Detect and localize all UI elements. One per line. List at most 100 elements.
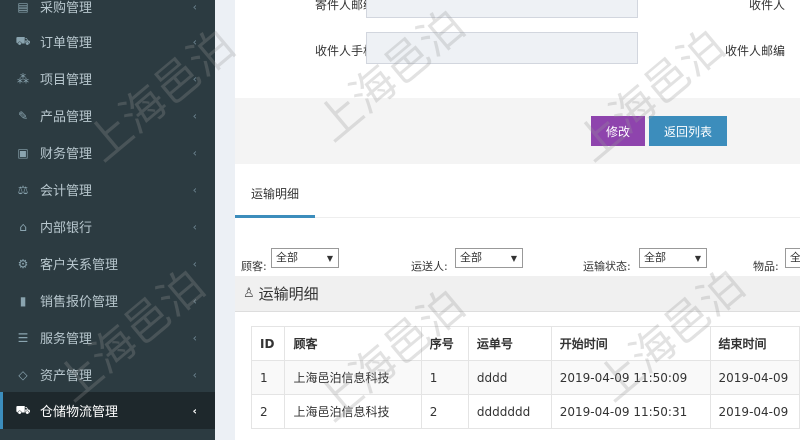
table-cell: 1 (420, 360, 469, 395)
column-header[interactable]: 开始时间 (550, 326, 711, 361)
receiver-label: 收件人 (748, 0, 785, 12)
edit-button[interactable]: 修改 (591, 116, 645, 146)
item-filter-value: 全 (790, 251, 800, 264)
shipping-details-table: ID 顾客 序号 运单号 开始时间 结束时间 1 上海邑泊信息科技 1 dddd… (250, 326, 800, 429)
column-header[interactable]: 序号 (420, 326, 469, 361)
bank-icon: ⌂ (19, 219, 27, 234)
receiver-phone-label: 收件人手机 (314, 44, 375, 58)
sidebar-item-label: 销售报价管理 (40, 295, 119, 310)
truck-icon: ⛟ (15, 402, 31, 417)
sidebar-item-label: 客户关系管理 (40, 258, 119, 273)
sidebar-item-label: 采购管理 (40, 1, 93, 16)
table-cell: 2 (420, 394, 469, 429)
user-icon: ♙ (243, 286, 255, 301)
table-cell: ddddddd (467, 394, 552, 429)
chevron-left-icon: ‹ (192, 109, 197, 122)
table-cell: 2019-04-09 (709, 360, 800, 395)
item-filter-label: 物品: (753, 260, 779, 273)
table-cell: 2 (250, 394, 286, 429)
tab-shipping-details[interactable]: 运输明细 (235, 172, 315, 218)
caret-down-icon: ▼ (694, 254, 701, 263)
sidebar-item-label: 财务管理 (40, 147, 93, 162)
chevron-left-icon: ‹ (192, 404, 197, 417)
table-cell: 2019-04-09 (709, 394, 800, 429)
sidebar-item-finance[interactable]: ▣ 财务管理 ‹ (0, 134, 215, 171)
sender-zip-label: 寄件人邮编 (314, 0, 375, 12)
cubes-icon: ⁂ (17, 71, 29, 86)
sidebar-item-procurement[interactable]: ▤ 采购管理 ‹ (0, 0, 215, 25)
sidebar-item-label: 服务管理 (40, 332, 93, 347)
carrier-filter-value: 全部 (460, 251, 482, 264)
chevron-left-icon: ‹ (192, 72, 197, 85)
scale-icon: ⚖ (17, 182, 29, 197)
sidebar-item-projects[interactable]: ⁂ 项目管理 ‹ (0, 60, 215, 97)
receiver-zip-label: 收件人邮编 (724, 44, 785, 58)
sidebar-item-label: 会计管理 (40, 184, 93, 199)
table-header-row: ID 顾客 序号 运单号 开始时间 结束时间 (250, 326, 800, 361)
sidebar-item-label: 仓储物流管理 (40, 405, 119, 420)
sidebar-item-sales-quotes[interactable]: ▮ 销售报价管理 ‹ (0, 282, 215, 319)
column-header[interactable]: 结束时间 (709, 326, 800, 361)
sender-zip-field[interactable] (366, 0, 638, 18)
column-header[interactable]: ID (250, 326, 286, 361)
table-cell: 上海邑泊信息科技 (284, 394, 422, 429)
table-row[interactable]: 2 上海邑泊信息科技 2 ddddddd 2019-04-09 11:50:31… (250, 394, 800, 429)
sidebar-item-label: 订单管理 (40, 36, 93, 51)
column-header[interactable]: 顾客 (284, 326, 422, 361)
customer-filter-select[interactable]: 全部 ▼ (271, 248, 339, 268)
sidebar-item-warehouse-logistics[interactable]: ⛟ 仓储物流管理 ‹ (0, 392, 215, 429)
status-filter-value: 全部 (644, 251, 666, 264)
table-cell: dddd (467, 360, 552, 395)
sidebar-item-label: 产品管理 (40, 110, 93, 125)
section-title: 运输明细 (258, 285, 319, 303)
cart-icon: ⛟ (15, 33, 31, 48)
sidebar-item-internal-bank[interactable]: ⌂ 内部银行 ‹ (0, 208, 215, 245)
sidebar-item-label: 资产管理 (40, 369, 93, 384)
status-filter-select[interactable]: 全部 ▼ (639, 248, 707, 268)
sidebar-item-label: 项目管理 (40, 73, 93, 88)
carrier-filter-label: 运送人: (411, 260, 448, 273)
chevron-left-icon: ‹ (192, 294, 197, 307)
chevron-left-icon: ‹ (192, 220, 197, 233)
table-cell: 2019-04-09 11:50:31 (550, 394, 711, 429)
sidebar-item-crm[interactable]: ⚙ 客户关系管理 ‹ (0, 245, 215, 282)
table-row[interactable]: 1 上海邑泊信息科技 1 dddd 2019-04-09 11:50:09 20… (250, 360, 800, 395)
carrier-filter-select[interactable]: 全部 ▼ (455, 248, 523, 268)
tab-bar: 运输明细 (235, 172, 800, 218)
action-bar: 修改 返回列表 (235, 98, 800, 164)
item-filter-select[interactable]: 全 (785, 248, 800, 268)
sidebar-item-accounting[interactable]: ⚖ 会计管理 ‹ (0, 171, 215, 208)
chevron-left-icon: ‹ (192, 331, 197, 344)
chevron-left-icon: ‹ (192, 146, 197, 159)
caret-down-icon: ▼ (326, 254, 333, 263)
customer-filter-label: 顾客: (241, 260, 267, 273)
column-header[interactable]: 运单号 (467, 326, 552, 361)
money-icon: ▣ (17, 145, 29, 160)
chevron-left-icon: ‹ (192, 257, 197, 270)
diamond-icon: ◇ (18, 367, 28, 382)
chevron-left-icon: ‹ (192, 368, 197, 381)
chevron-left-icon: ‹ (192, 0, 197, 13)
customer-filter-value: 全部 (276, 251, 298, 264)
cogs-icon: ⚙ (17, 256, 29, 271)
main-content: 寄件人邮编 收件人 收件人手机 收件人邮编 修改 返回列表 运输明细 顾客: 全… (215, 0, 800, 440)
table-cell: 2019-04-09 11:50:09 (550, 360, 711, 395)
sidebar-item-service[interactable]: ☰ 服务管理 ‹ (0, 319, 215, 356)
sidebar-item-label: 内部银行 (40, 221, 93, 236)
sidebar-item-orders[interactable]: ⛟ 订单管理 ‹ (0, 23, 215, 60)
caret-down-icon: ▼ (510, 254, 517, 263)
edit-icon: ✎ (17, 108, 29, 123)
sidebar-item-products[interactable]: ✎ 产品管理 ‹ (0, 97, 215, 134)
bar-chart-icon: ▮ (19, 293, 27, 308)
status-filter-label: 运输状态: (583, 260, 631, 273)
chevron-left-icon: ‹ (192, 35, 197, 48)
receiver-phone-field[interactable] (366, 32, 638, 64)
back-to-list-button[interactable]: 返回列表 (649, 116, 727, 146)
sidebar: ▤ 采购管理 ‹ ⛟ 订单管理 ‹ ⁂ 项目管理 ‹ ✎ 产品管理 ‹ ▣ 财务… (0, 0, 215, 440)
section-header: ♙ 运输明细 (235, 276, 800, 312)
filter-bar: 顾客: 全部 ▼ 运送人: 全部 ▼ 运输状态: 全部 ▼ 物品: 全 (235, 240, 800, 274)
sidebar-item-assets[interactable]: ◇ 资产管理 ‹ (0, 356, 215, 393)
list-icon: ☰ (17, 330, 29, 345)
table-cell: 上海邑泊信息科技 (284, 360, 422, 395)
table-cell: 1 (250, 360, 286, 395)
